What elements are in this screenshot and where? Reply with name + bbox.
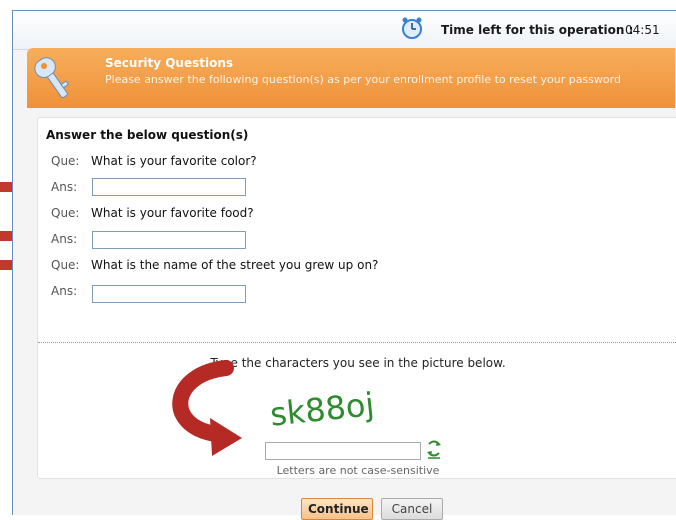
que-label: Que: [51, 206, 80, 220]
curved-pointer-arrow-icon [172, 360, 242, 456]
captcha-input[interactable] [265, 442, 421, 460]
question-row: Que: What is your favorite color? [51, 154, 257, 168]
security-questions-header: Security Questions Please answer the fol… [27, 48, 675, 108]
answer-input-3[interactable] [92, 285, 246, 303]
captcha-image: sk88oj [268, 385, 376, 430]
ans-label: Ans: [51, 180, 78, 194]
answer-input-2[interactable] [92, 231, 246, 249]
header-subtitle: Please answer the following question(s) … [105, 73, 621, 86]
question-text: What is the name of the street you grew … [91, 258, 379, 272]
answer-input-1[interactable] [92, 178, 246, 196]
captcha-text: sk88oj [268, 385, 376, 430]
que-label: Que: [51, 258, 80, 272]
answer-row: Ans: [51, 284, 91, 298]
cancel-button[interactable]: Cancel [381, 498, 443, 520]
clock-icon [402, 17, 422, 39]
timer-value: 04:51 [625, 23, 660, 37]
case-sensitivity-note: Letters are not case-sensitive [276, 464, 440, 477]
question-text: What is your favorite color? [91, 154, 257, 168]
timer-label: Time left for this operation : [441, 23, 634, 37]
ans-label: Ans: [51, 232, 78, 246]
reset-password-window: Time left for this operation : 04:51 Sec… [12, 10, 676, 520]
questions-panel: Answer the below question(s) Que: What is… [37, 117, 676, 479]
answer-row: Ans: [51, 232, 91, 246]
refresh-captcha-icon[interactable] [426, 439, 442, 459]
continue-button[interactable]: Continue [301, 498, 373, 520]
question-text: What is your favorite food? [91, 206, 254, 220]
question-row: Que: What is the name of the street you g… [51, 258, 378, 272]
question-row: Que: What is your favorite food? [51, 206, 254, 220]
key-icon [34, 57, 70, 99]
panel-title: Answer the below question(s) [46, 128, 249, 142]
divider [38, 342, 676, 343]
timer-bar: Time left for this operation : 04:51 [13, 11, 676, 50]
que-label: Que: [51, 154, 80, 168]
header-title: Security Questions [105, 56, 234, 70]
answer-row: Ans: [51, 180, 91, 194]
ans-label: Ans: [51, 284, 78, 298]
captcha-instruction: Type the characters you see in the pictu… [210, 356, 506, 370]
